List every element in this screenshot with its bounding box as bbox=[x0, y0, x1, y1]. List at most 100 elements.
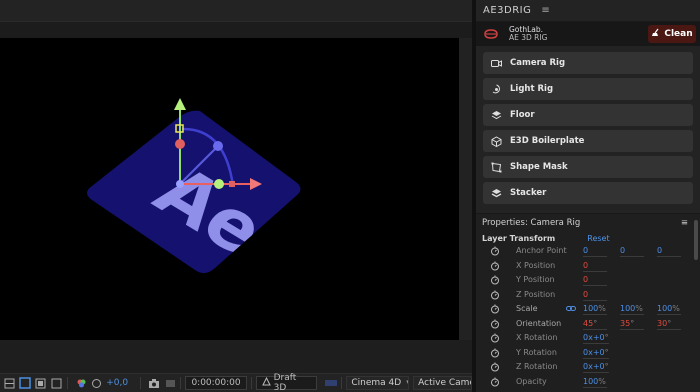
show-snapshot-icon[interactable] bbox=[164, 377, 177, 390]
e3d-boilerplate-button[interactable]: E3D Boilerplate bbox=[483, 130, 693, 152]
y-position-value[interactable]: 0 bbox=[583, 275, 607, 286]
stopwatch-icon[interactable] bbox=[490, 348, 500, 358]
scale-z-unit: % bbox=[672, 304, 680, 313]
reset-link[interactable]: Reset bbox=[587, 234, 609, 243]
timecode-value: 0:00:00:00 bbox=[191, 378, 241, 388]
light-rig-button[interactable]: Light Rig bbox=[483, 78, 693, 100]
draft-3d-toggle[interactable]: Draft 3D bbox=[255, 373, 317, 392]
y-axis-arrow-icon[interactable] bbox=[174, 98, 186, 110]
toolbar-separator bbox=[140, 377, 142, 389]
draft-3d-label: Draft 3D bbox=[273, 373, 297, 392]
prop-name: Scale bbox=[516, 304, 538, 313]
transparency-grid-icon[interactable] bbox=[34, 377, 47, 390]
grid-icon[interactable] bbox=[3, 377, 16, 390]
exposure-reset-icon[interactable] bbox=[91, 377, 104, 390]
y-rotation-value[interactable]: 0x+0° bbox=[583, 348, 609, 359]
camera-view-dropdown[interactable]: Active Camer... bbox=[413, 376, 473, 390]
prop-name: X Rotation bbox=[516, 333, 558, 342]
gothlab-logo-icon bbox=[484, 29, 498, 39]
floor-button[interactable]: Floor bbox=[483, 104, 693, 126]
region-of-interest-icon[interactable] bbox=[19, 377, 32, 390]
stopwatch-icon[interactable] bbox=[490, 377, 500, 387]
clean-button[interactable]: Clean bbox=[648, 25, 696, 43]
composition-panel: Ae +0,0 0:00:00:00 Draft 3D Cinema 4D Ac… bbox=[0, 0, 473, 392]
scale-y-value[interactable]: 100% bbox=[620, 304, 644, 315]
stacker-label: Stacker bbox=[510, 188, 547, 198]
stopwatch-icon[interactable] bbox=[490, 275, 500, 285]
x-position-value[interactable]: 0 bbox=[583, 261, 607, 272]
gizmo-x-marker[interactable] bbox=[229, 181, 235, 187]
stopwatch-icon[interactable] bbox=[490, 290, 500, 300]
stacker-button[interactable]: Stacker bbox=[483, 182, 693, 204]
gizmo-handle-red[interactable] bbox=[175, 139, 185, 149]
anchor-z-value[interactable]: 0 bbox=[657, 246, 681, 257]
stopwatch-icon[interactable] bbox=[490, 246, 500, 256]
scene-canvas[interactable]: Ae bbox=[0, 38, 459, 340]
gizmo-handle-blue[interactable] bbox=[213, 141, 223, 151]
orientation-z-number: 30 bbox=[657, 318, 668, 328]
toolbar-separator bbox=[250, 377, 252, 389]
shape-mask-button[interactable]: Shape Mask bbox=[483, 156, 693, 178]
section-title: Layer Transform bbox=[482, 233, 556, 243]
x-rotation-value[interactable]: 0x+0° bbox=[583, 333, 609, 344]
brand-bar: GothLab. AE 3D RIG Clean bbox=[476, 22, 700, 46]
orientation-x-value[interactable]: 45° bbox=[583, 319, 607, 330]
prop-name: Orientation bbox=[516, 318, 562, 328]
anchor-x-value[interactable]: 0 bbox=[583, 246, 607, 257]
stopwatch-icon[interactable] bbox=[490, 333, 500, 343]
z-rotation-number: 0x+0 bbox=[583, 362, 605, 371]
prop-y-rotation: Y Rotation 0x+0° bbox=[476, 346, 700, 361]
mask-visibility-icon[interactable] bbox=[50, 377, 63, 390]
orientation-y-value[interactable]: 35° bbox=[620, 319, 644, 330]
scale-y-unit: % bbox=[635, 304, 643, 313]
viewer-header-strip bbox=[0, 22, 472, 38]
brand-subtitle: AE 3D RIG bbox=[509, 33, 548, 42]
prop-name: X Position bbox=[516, 260, 556, 270]
toolbar-separator bbox=[66, 377, 68, 389]
toolbar-separator bbox=[341, 377, 343, 389]
z-position-value[interactable]: 0 bbox=[583, 290, 607, 301]
viewer-bottom-toolbar: +0,0 0:00:00:00 Draft 3D Cinema 4D Activ… bbox=[0, 373, 473, 392]
mask-icon bbox=[491, 162, 502, 173]
exposure-value[interactable]: +0,0 bbox=[106, 378, 128, 388]
renderer-dropdown[interactable]: Cinema 4D ▼ bbox=[346, 376, 410, 390]
prop-name: Opacity bbox=[516, 376, 547, 386]
scale-x-unit: % bbox=[598, 304, 606, 313]
timecode-field[interactable]: 0:00:00:00 bbox=[185, 376, 247, 390]
gizmo-handle-green[interactable] bbox=[214, 179, 224, 189]
prop-anchor-point: Anchor Point 0 0 0 bbox=[476, 244, 700, 259]
cube-icon bbox=[491, 135, 502, 147]
prop-z-position: Z Position 0 bbox=[476, 288, 700, 303]
scale-x-value[interactable]: 100% bbox=[583, 304, 607, 315]
stopwatch-icon[interactable] bbox=[490, 362, 500, 372]
prop-name: Z Position bbox=[516, 289, 556, 299]
panel-menu-icon[interactable]: ≡ bbox=[541, 5, 550, 16]
properties-menu-icon[interactable]: ≡ bbox=[681, 218, 688, 228]
z-rotation-value[interactable]: 0x+0° bbox=[583, 362, 609, 373]
viewer-gutter bbox=[459, 38, 472, 340]
scale-x-number: 100 bbox=[583, 304, 599, 313]
camera-rig-button[interactable]: Camera Rig bbox=[483, 52, 693, 74]
stopwatch-icon[interactable] bbox=[490, 304, 500, 314]
prop-z-rotation: Z Rotation 0x+0° bbox=[476, 360, 700, 375]
opacity-value[interactable]: 100% bbox=[583, 377, 607, 388]
stopwatch-icon[interactable] bbox=[490, 319, 500, 329]
light-rig-label: Light Rig bbox=[510, 84, 554, 94]
layers-icon bbox=[491, 110, 502, 121]
shape-mask-label: Shape Mask bbox=[510, 162, 568, 172]
light-icon bbox=[491, 84, 502, 95]
snapshot-camera-icon[interactable] bbox=[148, 377, 161, 390]
ae3drig-panel: AE3DRIG ≡ GothLab. AE 3D RIG Clean Camer… bbox=[476, 0, 700, 392]
anchor-y-value[interactable]: 0 bbox=[620, 246, 644, 257]
properties-header: Properties: Camera Rig ≡ bbox=[476, 214, 700, 232]
constrain-link-icon[interactable] bbox=[566, 304, 576, 313]
prop-y-position: Y Position 0 bbox=[476, 273, 700, 288]
scale-z-value[interactable]: 100% bbox=[657, 304, 681, 315]
stopwatch-icon[interactable] bbox=[490, 261, 500, 271]
color-channels-icon[interactable] bbox=[75, 377, 88, 390]
orientation-z-value[interactable]: 30° bbox=[657, 319, 681, 330]
composition-viewport[interactable]: Ae bbox=[0, 38, 459, 340]
gizmo-origin[interactable] bbox=[176, 180, 184, 188]
extended-viewer-icon[interactable] bbox=[325, 377, 338, 390]
brand-text: GothLab. AE 3D RIG bbox=[509, 26, 547, 42]
